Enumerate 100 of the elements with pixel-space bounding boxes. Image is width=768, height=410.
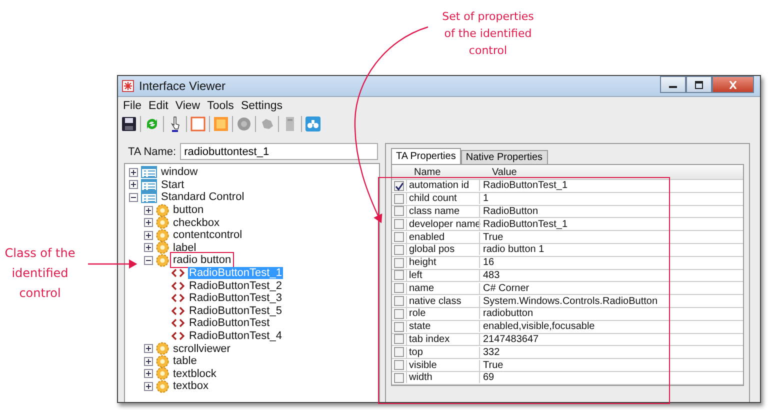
checkbox[interactable] xyxy=(394,206,404,216)
gear-icon xyxy=(156,367,169,380)
table-cell: tab index xyxy=(406,334,479,345)
checkbox[interactable] xyxy=(394,219,404,230)
tree-item[interactable]: Start xyxy=(160,178,186,191)
square-icon[interactable] xyxy=(190,116,206,132)
table-cell: global pos xyxy=(406,244,479,256)
frame-icon[interactable] xyxy=(213,116,229,132)
tag-icon xyxy=(171,280,185,291)
checkbox[interactable] xyxy=(394,308,404,319)
tree-item[interactable]: Standard Control xyxy=(160,191,246,204)
tree-item[interactable]: RadioButtonTest_4 xyxy=(188,330,283,342)
list-icon xyxy=(141,178,157,191)
expander-icon[interactable] xyxy=(144,243,153,252)
tree-item[interactable]: table xyxy=(172,355,198,368)
gear-icon xyxy=(156,228,169,242)
table-cell: 483 xyxy=(479,270,743,281)
table-cell: left xyxy=(406,270,479,281)
annotation-arrow xyxy=(88,259,138,269)
tag-icon xyxy=(171,318,185,328)
app-icon xyxy=(122,80,134,92)
tree-item[interactable]: radio button xyxy=(172,254,232,266)
checkbox[interactable] xyxy=(394,244,404,255)
checkbox[interactable] xyxy=(394,296,404,306)
tree-item[interactable]: RadioButtonTest_3 xyxy=(188,292,283,304)
tree-item[interactable]: textbox xyxy=(172,380,210,392)
refresh-icon[interactable] xyxy=(144,116,160,132)
checkbox[interactable] xyxy=(394,372,404,383)
column-header[interactable]: Value xyxy=(484,166,743,178)
ta-name-label: TA Name: xyxy=(128,146,176,158)
tag-icon xyxy=(171,293,185,304)
checkbox[interactable] xyxy=(394,232,404,242)
checkbox[interactable] xyxy=(394,322,404,332)
gear-icon xyxy=(156,241,169,254)
maximize-button[interactable] xyxy=(686,76,712,93)
checkbox[interactable] xyxy=(394,180,404,191)
column-header[interactable]: Name xyxy=(406,166,484,178)
tree-item[interactable]: scrollviewer xyxy=(172,342,232,355)
menu-item[interactable]: Tools xyxy=(207,100,234,112)
table-cell: RadioButtonTest_1 xyxy=(479,180,743,192)
table-cell: RadioButton xyxy=(479,206,743,217)
blob-icon[interactable] xyxy=(259,116,275,132)
table-cell: name xyxy=(406,282,479,294)
table-cell: 69 xyxy=(479,372,743,384)
table-cell: enabled xyxy=(406,232,479,243)
expander-icon[interactable] xyxy=(144,256,153,265)
tree-item[interactable]: RadioButtonTest_5 xyxy=(188,304,283,317)
menu-item[interactable]: View xyxy=(175,100,200,112)
close-button[interactable] xyxy=(712,76,754,93)
gear-icon xyxy=(156,342,169,356)
expander-icon[interactable] xyxy=(144,218,153,228)
menu-item[interactable]: Settings xyxy=(240,100,282,112)
tree-item[interactable]: RadioButtonTest xyxy=(188,317,271,330)
checkbox[interactable] xyxy=(394,258,404,268)
gear-icon xyxy=(156,204,169,217)
checkbox[interactable] xyxy=(394,194,404,204)
ta-name-field[interactable]: radiobuttontest_1 xyxy=(180,143,378,160)
checkbox[interactable] xyxy=(394,347,404,358)
table-cell: native class xyxy=(406,296,479,307)
tag-icon xyxy=(171,306,185,316)
close-icon xyxy=(728,80,738,88)
expander-icon[interactable] xyxy=(129,168,138,177)
expander-icon[interactable] xyxy=(144,344,153,354)
expander-icon[interactable] xyxy=(144,356,153,366)
check-icon xyxy=(395,182,403,191)
tab[interactable]: Native Properties xyxy=(460,150,548,164)
tree-item[interactable]: contentcontrol xyxy=(172,229,244,242)
expander-icon[interactable] xyxy=(144,206,153,215)
checkbox[interactable] xyxy=(394,283,404,294)
expander-icon[interactable] xyxy=(129,192,138,202)
save-icon[interactable] xyxy=(121,116,137,132)
gear-icon xyxy=(156,254,169,267)
tree-item[interactable]: label xyxy=(172,242,198,254)
gear-icon xyxy=(156,380,169,393)
tab[interactable]: TA Properties xyxy=(391,148,461,164)
binoculars-icon[interactable] xyxy=(305,116,321,132)
checkbox[interactable] xyxy=(394,360,404,370)
expander-icon[interactable] xyxy=(144,230,153,240)
tree-item[interactable]: window xyxy=(160,166,199,178)
tree-item[interactable]: button xyxy=(172,204,205,216)
table-cell: 332 xyxy=(479,346,743,358)
checkbox[interactable] xyxy=(394,334,404,344)
table-cell: 1 xyxy=(479,193,743,204)
table-cell: role xyxy=(406,308,479,320)
menu-item[interactable]: Edit xyxy=(148,100,168,112)
expander-icon[interactable] xyxy=(144,382,153,391)
expander-icon[interactable] xyxy=(129,180,138,190)
tree-item[interactable]: textblock xyxy=(172,368,218,380)
gear-icon xyxy=(156,216,169,230)
menu-item[interactable]: File xyxy=(123,100,142,112)
table-cell: child count xyxy=(406,193,479,204)
checkbox[interactable] xyxy=(394,270,404,280)
table-cell: enabled,visible,focusable xyxy=(479,321,743,332)
circle-icon[interactable] xyxy=(236,116,252,132)
table-cell: True xyxy=(479,232,743,243)
expander-icon[interactable] xyxy=(144,369,153,378)
tree-item[interactable]: RadioButtonTest_2 xyxy=(188,280,283,292)
minimize-button[interactable] xyxy=(660,76,686,93)
annotation-text: Set of properties of the identified control xyxy=(441,9,535,59)
tree-item[interactable]: checkbox xyxy=(172,216,220,229)
